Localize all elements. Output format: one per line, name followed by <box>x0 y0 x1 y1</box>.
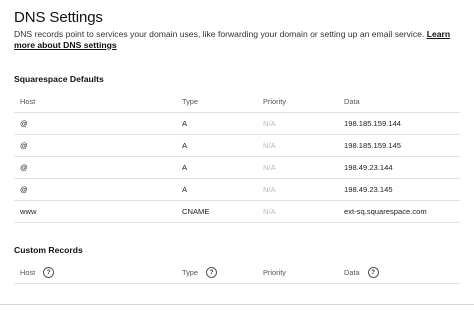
table-row: @ A N/A 198.49.23.144 <box>14 157 460 179</box>
row-host: @ <box>20 119 28 128</box>
page-title: DNS Settings <box>14 9 103 26</box>
row-priority: N/A <box>263 141 276 150</box>
dns-settings-page: DNS Settings DNS records point to servic… <box>0 0 474 311</box>
defaults-table-header: Host Type Priority Data <box>14 91 460 113</box>
column-header-priority: Priority <box>263 268 286 277</box>
row-data: 198.49.23.144 <box>344 163 393 172</box>
row-host: @ <box>20 185 28 194</box>
table-row: www CNAME N/A ext-sq.squarespace.com <box>14 201 460 223</box>
custom-records-table: Host? Type? Priority Data? <box>14 262 460 284</box>
row-type: A <box>182 163 188 172</box>
column-header-type-label: Type <box>182 268 199 277</box>
column-header-priority: Priority <box>263 97 286 106</box>
column-header-type: Type <box>182 97 199 106</box>
column-header-host: Host <box>20 97 36 106</box>
column-header-host: Host? <box>20 262 55 283</box>
column-header-data-label: Data <box>344 268 360 277</box>
host-help-icon[interactable]: ? <box>43 266 55 278</box>
type-help-icon[interactable]: ? <box>206 266 218 278</box>
row-data: ext-sq.squarespace.com <box>344 207 427 216</box>
row-priority: N/A <box>263 185 276 194</box>
row-data: 198.49.23.145 <box>344 185 393 194</box>
row-priority: N/A <box>263 119 276 128</box>
row-priority: N/A <box>263 207 276 216</box>
table-row: @ A N/A 198.49.23.145 <box>14 179 460 201</box>
column-header-host-label: Host <box>20 268 36 277</box>
defaults-table: Host Type Priority Data @ A N/A 198.185.… <box>14 91 460 223</box>
column-header-data: Data <box>344 97 360 106</box>
column-header-type: Type? <box>182 262 218 283</box>
bottom-divider <box>0 304 474 305</box>
row-type: CNAME <box>182 207 210 216</box>
row-type: A <box>182 185 188 194</box>
row-host: @ <box>20 163 28 172</box>
description-text: DNS records point to services your domai… <box>14 29 425 39</box>
defaults-section-title: Squarespace Defaults <box>14 74 104 84</box>
row-data: 198.185.159.145 <box>344 141 402 150</box>
column-header-data: Data? <box>344 262 379 283</box>
data-help-icon[interactable]: ? <box>367 266 379 278</box>
page-description: DNS records point to services your domai… <box>14 29 460 50</box>
custom-section-title: Custom Records <box>14 245 83 255</box>
table-row: @ A N/A 198.185.159.145 <box>14 135 460 157</box>
row-type: A <box>182 141 188 150</box>
row-type: A <box>182 119 188 128</box>
row-data: 198.185.159.144 <box>344 119 402 128</box>
row-host: @ <box>20 141 28 150</box>
row-priority: N/A <box>263 163 276 172</box>
custom-table-header: Host? Type? Priority Data? <box>14 262 460 284</box>
table-row: @ A N/A 198.185.159.144 <box>14 113 460 135</box>
row-host: www <box>20 207 37 216</box>
